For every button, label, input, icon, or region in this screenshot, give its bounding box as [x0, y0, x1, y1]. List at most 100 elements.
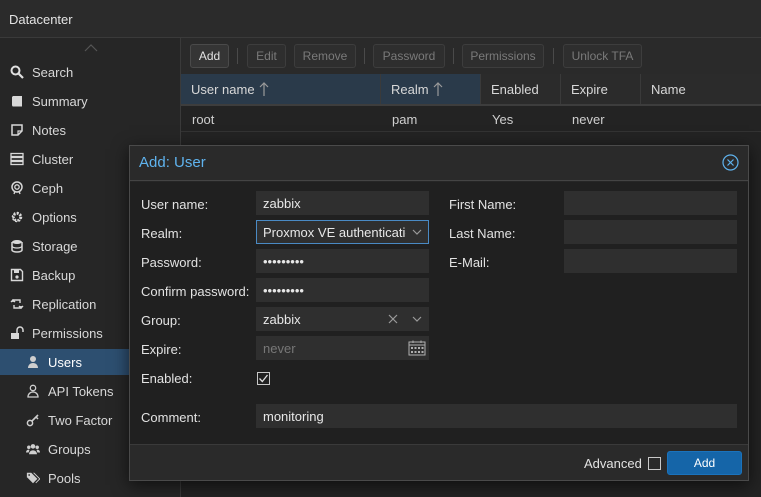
email-field[interactable] — [564, 249, 737, 273]
cell-realm: pam — [392, 112, 418, 127]
enabled-checkbox[interactable] — [257, 372, 270, 385]
sidebar-item-label: Backup — [32, 267, 76, 283]
column-header-enabled[interactable]: Enabled — [481, 74, 561, 104]
unlock-icon — [10, 326, 24, 340]
column-header-realm[interactable]: Realm — [381, 74, 481, 104]
database-icon — [10, 239, 24, 253]
sidebar-item-label: Replication — [32, 296, 97, 312]
firstname-field[interactable] — [564, 191, 737, 215]
password-field[interactable]: ••••••••• — [256, 249, 429, 273]
column-header-label: Expire — [571, 81, 608, 97]
enabled-label: Enabled: — [141, 371, 193, 386]
expire-placeholder: never — [263, 340, 296, 356]
remove-button[interactable]: Remove — [294, 44, 356, 68]
search-icon — [10, 65, 24, 79]
password-label: Password: — [141, 255, 202, 270]
toolbar: Add Edit Remove Password Permissions Unl… — [181, 38, 761, 74]
password-button[interactable]: Password — [373, 44, 445, 68]
cell-username: root — [192, 112, 215, 127]
user-o-icon — [26, 384, 40, 398]
dialog-footer: Advanced Add — [130, 444, 748, 480]
sidebar-item-label: Two Factor — [48, 412, 113, 428]
user-icon — [26, 355, 40, 369]
email-label: E-Mail: — [449, 255, 490, 270]
gear-icon — [10, 210, 24, 224]
advanced-label: Advanced — [584, 456, 642, 471]
realm-value: Proxmox VE authentication server — [263, 224, 428, 240]
dialog-title: Add: User — [139, 154, 206, 171]
column-header-label: Realm — [391, 81, 429, 97]
dialog-header: Add: User — [130, 146, 748, 181]
firstname-label: First Name: — [449, 197, 517, 212]
sidebar-item-search[interactable]: Search — [0, 59, 181, 85]
sidebar-item-label: Groups — [48, 441, 91, 457]
unlock-tfa-button[interactable]: Unlock TFA — [563, 44, 642, 68]
dialog-body: User name: zabbix Realm: Proxmox VE auth… — [130, 182, 748, 444]
group-value: zabbix — [263, 311, 301, 327]
table-row[interactable]: root pam Yes never — [181, 106, 761, 132]
group-label: Group: — [141, 313, 181, 328]
chevron-down-icon[interactable] — [406, 308, 428, 330]
column-header-username[interactable]: User name — [181, 74, 381, 104]
sidebar-item-label: Notes — [32, 122, 66, 138]
chevron-down-icon[interactable] — [406, 221, 428, 243]
chevron-up-icon[interactable] — [84, 44, 98, 52]
sidebar-item-label: Cluster — [32, 151, 74, 167]
sort-asc-icon — [433, 82, 443, 96]
comment-label: Comment: — [141, 410, 201, 425]
server-icon — [10, 152, 24, 166]
retweet-icon — [10, 297, 24, 311]
add-user-button[interactable]: Add — [667, 451, 742, 475]
sort-asc-icon — [259, 82, 269, 96]
column-header-name[interactable]: Name — [641, 74, 761, 104]
sidebar-item-label: Options — [32, 209, 77, 225]
toolbar-separator — [453, 48, 454, 64]
sidebar-item-label: Ceph — [32, 180, 64, 196]
sidebar-item-label: Users — [48, 354, 82, 370]
toolbar-separator — [553, 48, 554, 64]
group-select[interactable]: zabbix — [256, 307, 429, 331]
expire-field[interactable]: never — [256, 336, 429, 360]
sidebar-item-notes[interactable]: Notes — [0, 117, 181, 143]
grid-header: User name Realm Enabled Expire Name — [181, 74, 761, 106]
column-header-label: User name — [191, 81, 255, 97]
toolbar-separator — [237, 48, 238, 64]
column-header-expire[interactable]: Expire — [561, 74, 641, 104]
sidebar-item-label: Summary — [32, 93, 88, 109]
expire-label: Expire: — [141, 342, 182, 357]
checkmark-icon — [259, 374, 269, 383]
username-label: User name: — [141, 197, 209, 212]
lastname-label: Last Name: — [449, 226, 516, 241]
column-header-label: Enabled — [491, 81, 539, 97]
sidebar-item-label: Storage — [32, 238, 78, 254]
page-title: Datacenter — [9, 12, 73, 27]
advanced-checkbox[interactable] — [648, 457, 661, 470]
clear-icon[interactable] — [384, 308, 402, 330]
permissions-button[interactable]: Permissions — [462, 44, 544, 68]
note-icon — [10, 123, 24, 137]
floppy-icon — [10, 268, 24, 282]
top-bar: Datacenter — [0, 0, 761, 38]
key-icon — [26, 413, 40, 427]
users-icon — [26, 442, 40, 456]
ceph-icon — [10, 181, 24, 195]
add-button[interactable]: Add — [190, 44, 229, 68]
lastname-field[interactable] — [564, 220, 737, 244]
close-icon[interactable] — [722, 154, 739, 171]
realm-label: Realm: — [141, 226, 183, 241]
edit-button[interactable]: Edit — [247, 44, 286, 68]
calendar-icon[interactable] — [406, 337, 428, 359]
confirm-password-field[interactable]: ••••••••• — [256, 278, 429, 302]
sidebar-item-summary[interactable]: Summary — [0, 88, 181, 114]
cell-enabled: Yes — [492, 112, 514, 127]
username-field[interactable]: zabbix — [256, 191, 429, 215]
add-user-dialog: Add: User User name: zabbix Realm: Proxm… — [129, 145, 749, 481]
confirm-password-label: Confirm password: — [141, 284, 250, 299]
comment-field[interactable]: monitoring — [256, 404, 737, 428]
sidebar-item-label: API Tokens — [48, 383, 114, 399]
column-header-label: Name — [651, 81, 686, 97]
sidebar-item-label: Search — [32, 64, 74, 80]
realm-select[interactable]: Proxmox VE authentication server — [256, 220, 429, 244]
cell-expire: never — [572, 112, 605, 127]
toolbar-separator — [364, 48, 365, 64]
